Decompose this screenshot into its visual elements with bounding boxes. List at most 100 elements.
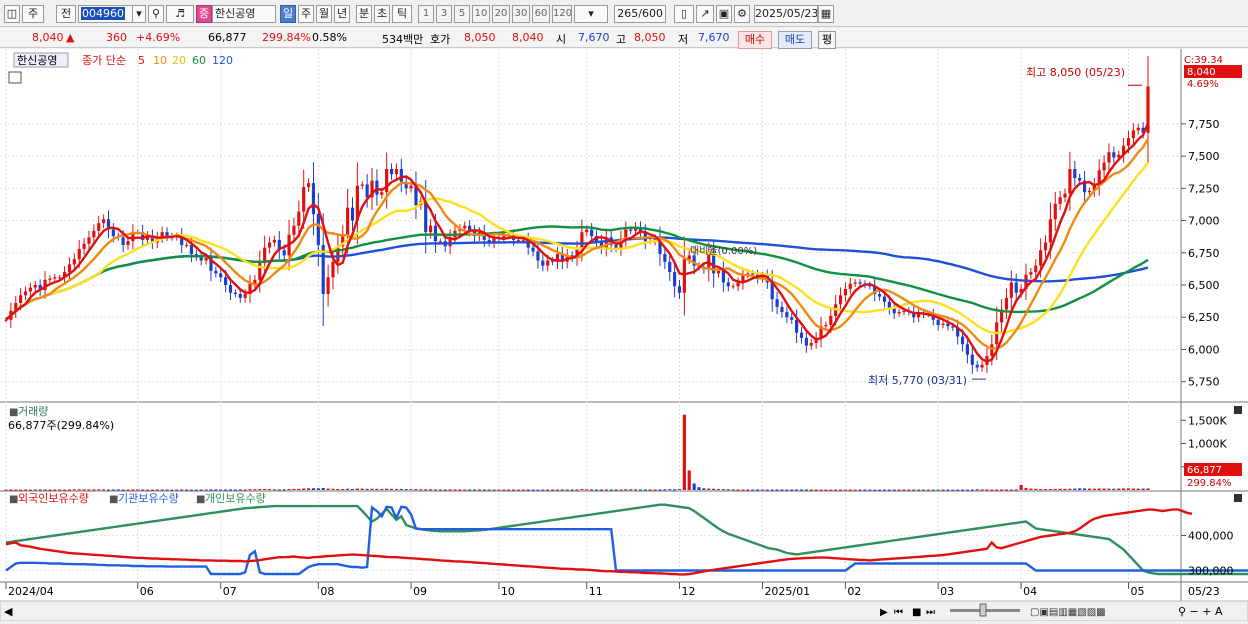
save-icon[interactable]: ▣ <box>716 5 732 23</box>
volume-bar <box>921 489 926 491</box>
candle-body <box>1014 282 1018 293</box>
period-year-button[interactable]: 년 <box>334 5 350 23</box>
volume-bar <box>677 489 682 491</box>
period-minute-button[interactable]: 분 <box>356 5 372 23</box>
volume-bar <box>194 489 198 491</box>
candle-body <box>1053 203 1057 220</box>
period-day-button[interactable]: 일 <box>280 5 296 23</box>
candle-body <box>48 278 52 280</box>
candle-body <box>726 282 730 287</box>
interval-button-30[interactable]: 30 <box>512 5 530 23</box>
volume-bar <box>311 488 316 490</box>
candle-body <box>1126 138 1131 146</box>
chart-type-icon[interactable]: ◫ <box>4 5 20 23</box>
volume-bar <box>102 489 106 491</box>
code-dropdown-icon[interactable]: ▾ <box>132 5 146 23</box>
scroll-right-icon[interactable]: ▶ <box>880 607 888 618</box>
volume-bar <box>1004 489 1009 491</box>
layout-icons[interactable]: ▢▣▤▥▦▧▨▩ <box>1030 607 1106 618</box>
volume-bar <box>180 489 184 491</box>
forward-icon[interactable]: ⏭ <box>926 607 935 618</box>
volume-bar <box>580 489 584 491</box>
x-axis-labels: 2024/04 06 07 08 09 10 11 12 2025/01 02 03 04 05 <box>8 585 1144 598</box>
date-input[interactable]: 2025/05/23 <box>754 5 818 23</box>
zoom-slider-handle[interactable] <box>979 603 987 617</box>
volume-bar <box>204 489 208 491</box>
chart-area[interactable]: 7,750 7,500 7,250 7,000 6,750 6,500 6,250 6,000… <box>0 49 1248 622</box>
interval-button-10[interactable]: 10 <box>472 5 490 23</box>
volume-bar <box>77 489 81 491</box>
avg-button[interactable]: 평 <box>818 31 836 49</box>
range-mode-select[interactable]: 전 <box>56 5 76 23</box>
chart-svg[interactable]: 7,750 7,500 7,250 7,000 6,750 6,500 6,250 6,000… <box>0 49 1248 622</box>
count-field[interactable]: 265/600 <box>614 5 666 23</box>
stock-name-field[interactable]: 한신공영 <box>212 5 276 23</box>
hoga-ask: 8,050 <box>464 31 496 44</box>
interval-button-20[interactable]: 20 <box>492 5 510 23</box>
volume-bar <box>702 488 706 490</box>
search-icon[interactable]: ⚲ <box>148 5 164 23</box>
interval-button-1[interactable]: 1 <box>418 5 434 23</box>
interval-dropdown[interactable]: ▾ <box>574 5 608 23</box>
volume-bar <box>346 488 350 490</box>
period-second-button[interactable]: 초 <box>374 5 390 23</box>
draw-line-icon[interactable]: ↗ <box>696 5 714 23</box>
interval-button-120[interactable]: 120 <box>552 5 572 23</box>
volume-bar <box>228 489 233 491</box>
period-month-button[interactable]: 월 <box>316 5 332 23</box>
volume-bar <box>141 489 145 491</box>
volume-bar <box>414 489 418 491</box>
volume-ratio: 299.84% <box>262 31 311 44</box>
volume-bar <box>614 489 618 491</box>
volume-bar <box>23 489 28 491</box>
candle-body <box>311 183 316 215</box>
volume-bar <box>131 489 135 491</box>
candle-body <box>350 207 355 221</box>
candle-body <box>580 232 584 249</box>
period-week-button[interactable]: 주 <box>298 5 314 23</box>
volume-bar <box>746 489 750 491</box>
candle-body <box>736 282 740 287</box>
holding-panel-close-icon[interactable] <box>1234 494 1242 502</box>
candle-body <box>72 259 76 265</box>
sell-button[interactable]: 매도 <box>778 31 812 49</box>
volume-bar <box>551 489 555 491</box>
volume-bar <box>1092 488 1096 490</box>
price-tick-label: 6,250 <box>1188 311 1220 324</box>
interval-button-3[interactable]: 3 <box>436 5 452 23</box>
table-icon[interactable] <box>8 71 22 84</box>
volume-bar <box>433 489 438 491</box>
speaker-icon[interactable]: ♬ <box>166 5 194 23</box>
buy-button[interactable]: 매수 <box>738 31 772 49</box>
interval-button-60[interactable]: 60 <box>532 5 550 23</box>
volume-bar <box>1019 484 1023 490</box>
volume-bar <box>448 489 452 491</box>
volume-bar <box>809 489 813 491</box>
scrollbar[interactable]: ◀ ▶ ⏮ ■ ⏭ ▢▣▤▥▦▧▨▩ ⚲ − + A <box>0 600 1248 622</box>
candle-body <box>204 257 208 261</box>
calendar-icon[interactable]: ▦ <box>818 5 834 23</box>
scroll-left-icon[interactable]: ◀ <box>4 605 13 618</box>
volume-bar <box>1141 488 1145 490</box>
volume-bar <box>82 489 86 491</box>
volume-bar <box>375 488 379 490</box>
candle-body <box>629 229 633 231</box>
volume-panel-close-icon[interactable] <box>1234 406 1242 414</box>
volume-tick-label: 1,000K <box>1188 438 1227 451</box>
volume-bar <box>1131 488 1135 490</box>
volume-bar <box>663 489 667 491</box>
volume-bar <box>155 489 159 491</box>
candle-body <box>77 248 81 260</box>
volume-bar <box>917 489 921 491</box>
candle-icon[interactable]: ▯ <box>674 5 694 23</box>
last-pct-label: 4.69% <box>1187 79 1219 90</box>
rewind-icon[interactable]: ⏮ <box>894 607 903 618</box>
volume-bar <box>267 489 272 491</box>
interval-button-5[interactable]: 5 <box>454 5 470 23</box>
period-mode-select[interactable]: 주 <box>22 5 44 23</box>
period-tick-button[interactable]: 틱 <box>392 5 412 23</box>
gear-icon[interactable]: ⚙ <box>734 5 750 23</box>
volume-bar <box>331 488 335 490</box>
stop-icon[interactable]: ■ <box>912 607 921 618</box>
zoom-tools-icon[interactable]: ⚲ − + A <box>1178 605 1223 618</box>
